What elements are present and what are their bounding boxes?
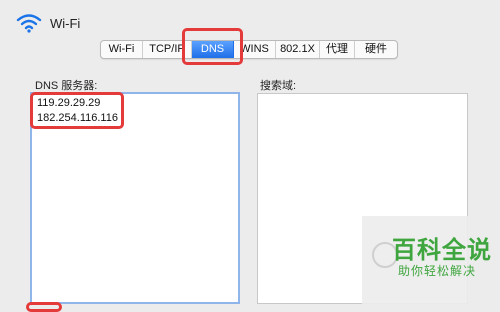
add-button-highlight: [26, 302, 62, 312]
search-domains-label: 搜索域:: [260, 80, 297, 92]
watermark-subtitle: 助你轻松解决: [398, 264, 477, 278]
window-title: Wi-Fi: [50, 15, 81, 31]
dns-servers-highlight: [30, 92, 124, 129]
watermark: 百科全说 助你轻松解决: [362, 216, 500, 309]
tab-hardware[interactable]: 硬件: [355, 41, 397, 58]
tab-wifi[interactable]: Wi-Fi: [101, 41, 143, 58]
dns-tab-highlight: [182, 28, 243, 65]
dns-servers-label: DNS 服务器:: [35, 80, 98, 92]
watermark-title: 百科全说: [392, 237, 492, 264]
window-header: Wi-Fi: [16, 13, 80, 33]
wifi-icon: [16, 13, 42, 33]
tab-8021x[interactable]: 802.1X: [276, 41, 320, 58]
tab-proxy[interactable]: 代理: [320, 41, 355, 58]
tab-bar: Wi-Fi TCP/IP DNS WINS 802.1X 代理 硬件: [100, 40, 398, 59]
